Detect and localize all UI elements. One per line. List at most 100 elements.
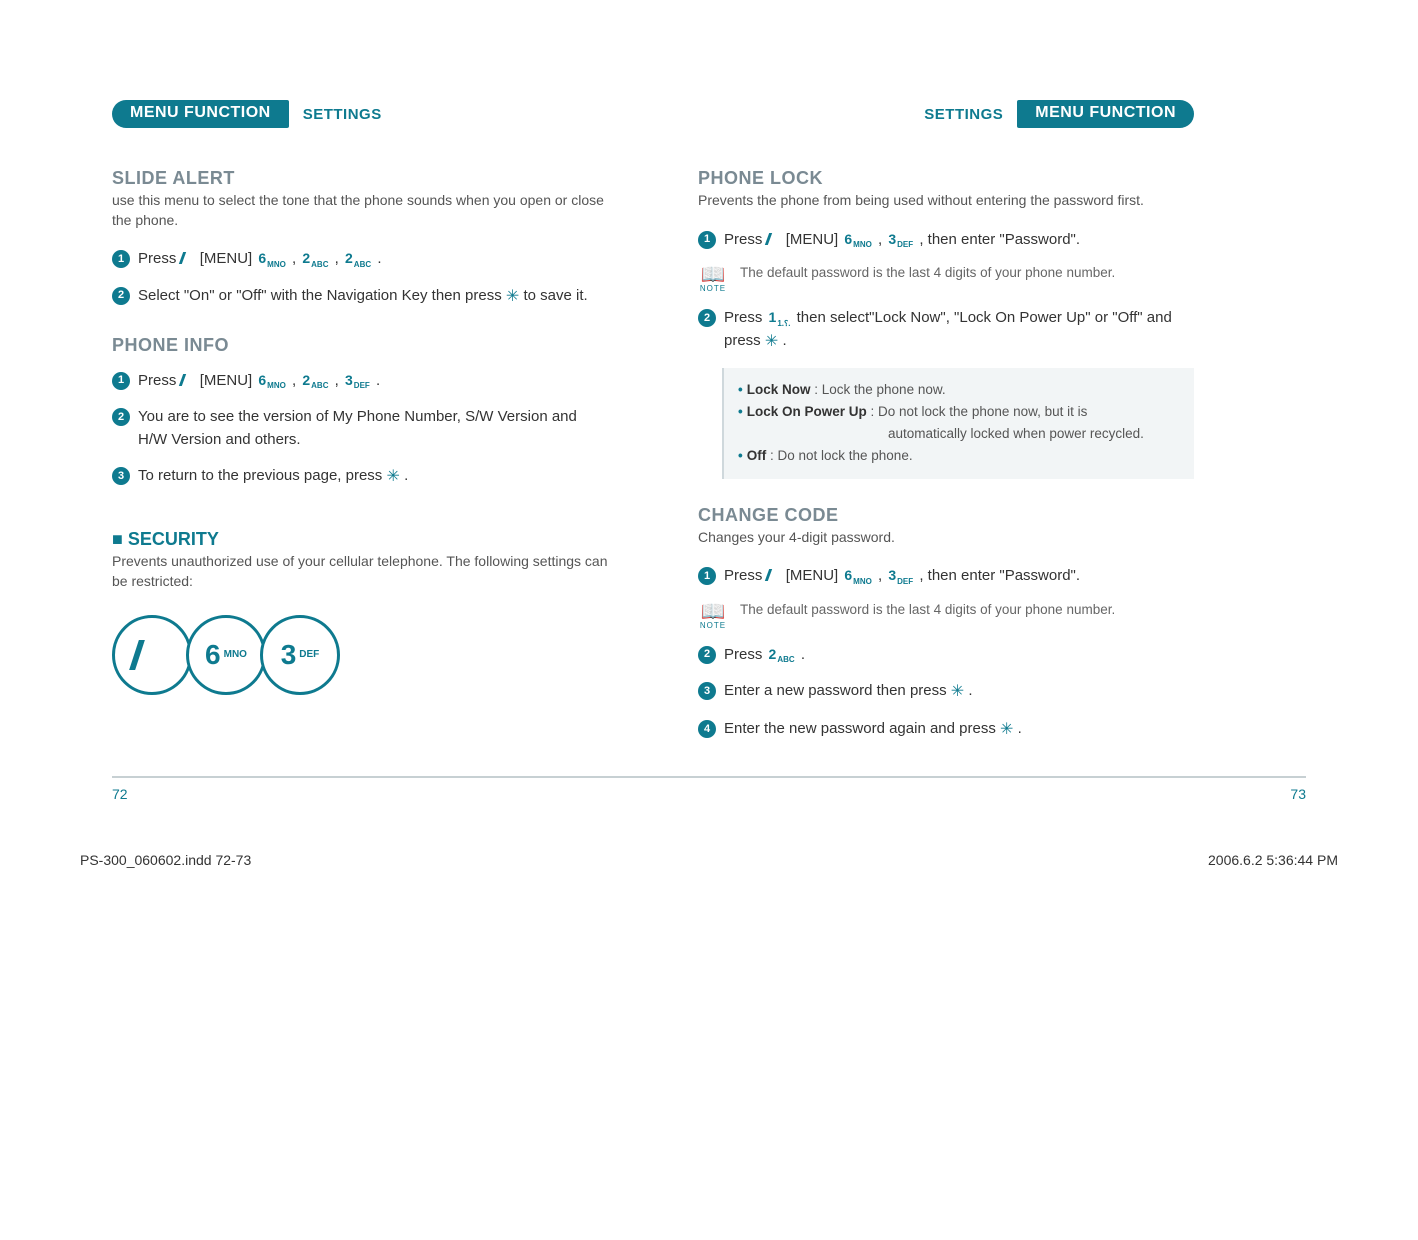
diagram-key-6: 6 MNO <box>186 615 266 695</box>
key-6: 6MNO <box>842 565 873 586</box>
step-badge-1: 1 <box>112 250 130 268</box>
breadcrumb-settings: SETTINGS <box>924 106 1003 123</box>
ok-burst-icon: ✳ <box>1000 721 1013 738</box>
text: , then enter "Password". <box>919 231 1080 248</box>
ok-burst-icon: ✳ <box>386 468 399 485</box>
text: Enter a new password then press <box>724 682 951 699</box>
phone-info-step2: 2 You are to see the version of My Phone… <box>112 406 608 451</box>
step-badge-4: 4 <box>698 720 716 738</box>
diagram-key-3: 3 DEF <box>260 615 340 695</box>
slash-key-icon <box>129 640 175 670</box>
page-number-left: 72 <box>112 786 128 802</box>
step-body: To return to the previous page, press ✳ … <box>138 465 608 489</box>
text: . <box>801 646 805 663</box>
text: Press <box>138 372 181 389</box>
breadcrumb-settings: SETTINGS <box>303 106 382 123</box>
ok-burst-icon: ✳ <box>506 288 519 305</box>
text: 3 <box>281 639 297 671</box>
print-metadata-bar: PS-300_060602.indd 72-73 2006.6.2 5:36:4… <box>0 852 1418 908</box>
key-2: 2ABC <box>767 644 797 665</box>
text: . <box>404 467 408 484</box>
phone-lock-step2: 2 Press 11.؟. then select"Lock Now", "Lo… <box>698 307 1194 354</box>
note-icon: 📖NOTE <box>698 602 728 630</box>
step-body: Press [MENU] 6MNO , 3DEF , then enter "P… <box>724 229 1194 252</box>
text: then select"Lock Now", "Lock On Power Up… <box>724 309 1172 349</box>
key-6: 6MNO <box>256 248 287 269</box>
phone-lock-step1: 1 Press [MENU] 6MNO , 3DEF , then enter … <box>698 229 1194 252</box>
key-6: 6MNO <box>256 370 287 391</box>
text: 6 <box>205 639 221 671</box>
change-code-step2: 2 Press 2ABC . <box>698 644 1194 667</box>
step-body: Select "On" or "Off" with the Navigation… <box>138 285 608 309</box>
page-number-right: 73 <box>1290 786 1306 802</box>
phone-info-step1: 1 Press [MENU] 6MNO , 2ABC , 3DEF . <box>112 370 608 393</box>
note-text: The default password is the last 4 digit… <box>740 265 1115 280</box>
step-badge-2: 2 <box>698 309 716 327</box>
change-code-step1: 1 Press [MENU] 6MNO , 3DEF , then enter … <box>698 565 1194 588</box>
text: , then enter "Password". <box>919 567 1080 584</box>
text: [MENU] <box>200 372 257 389</box>
page-spread: MENU FUNCTION SETTINGS SLIDE ALERT use t… <box>0 0 1418 776</box>
right-header: SETTINGS MENU FUNCTION <box>698 100 1194 128</box>
step-body: Press [MENU] 6MNO , 2ABC , 2ABC . <box>138 248 608 271</box>
phone-info-step3: 3 To return to the previous page, press … <box>112 465 608 489</box>
key-6: 6MNO <box>842 229 873 250</box>
slide-alert-step1: 1 Press [MENU] 6MNO , 2ABC , 2ABC . <box>112 248 608 271</box>
text: Enter the new password again and press <box>724 720 1000 737</box>
key-1: 11.؟. <box>767 307 793 328</box>
slide-alert-title: SLIDE ALERT <box>112 168 608 189</box>
text: , <box>292 372 300 389</box>
slide-alert-step2: 2 Select "On" or "Off" with the Navigati… <box>112 285 608 309</box>
note-text: The default password is the last 4 digit… <box>740 602 1115 617</box>
text: , <box>335 372 343 389</box>
step-badge-1: 1 <box>698 231 716 249</box>
change-code-title: CHANGE CODE <box>698 505 1194 526</box>
print-file: PS-300_060602.indd 72-73 <box>80 852 251 868</box>
text: [MENU] <box>786 231 843 248</box>
text: . <box>782 332 786 349</box>
note-icon: 📖NOTE <box>698 265 728 293</box>
step-badge-3: 3 <box>698 682 716 700</box>
slash-key-icon <box>178 252 197 264</box>
slash-key-icon <box>178 374 197 386</box>
key-2: 2ABC <box>300 248 330 269</box>
text: [MENU] <box>200 250 257 267</box>
step-badge-1: 1 <box>698 567 716 585</box>
text: , <box>292 250 300 267</box>
text: . <box>377 250 381 267</box>
key-2: 2ABC <box>343 248 373 269</box>
page-footer: 72 73 <box>112 776 1306 802</box>
key-3: 3DEF <box>886 565 915 586</box>
ok-burst-icon: ✳ <box>765 333 778 350</box>
text: Press <box>724 309 767 326</box>
text: To return to the previous page, press <box>138 467 386 484</box>
ok-burst-icon: ✳ <box>951 683 964 700</box>
text: , <box>878 231 886 248</box>
phone-lock-intro: Prevents the phone from being used witho… <box>698 191 1194 211</box>
step-body: Enter the new password again and press ✳… <box>724 718 1194 742</box>
text: [MENU] <box>786 567 843 584</box>
text: . <box>376 372 380 389</box>
opt-lock-now: •Lock Now : Lock the phone now. <box>738 380 1180 400</box>
step-body: Press [MENU] 6MNO , 2ABC , 3DEF . <box>138 370 608 393</box>
left-page: MENU FUNCTION SETTINGS SLIDE ALERT use t… <box>112 100 608 756</box>
change-code-intro: Changes your 4-digit password. <box>698 528 1194 548</box>
lock-options-box: •Lock Now : Lock the phone now. •Lock On… <box>722 368 1194 479</box>
step-badge-3: 3 <box>112 467 130 485</box>
left-header: MENU FUNCTION SETTINGS <box>112 100 608 128</box>
text: Press <box>724 231 767 248</box>
slide-alert-intro: use this menu to select the tone that th… <box>112 191 608 230</box>
step-badge-2: 2 <box>698 646 716 664</box>
step-body: Press 11.؟. then select"Lock Now", "Lock… <box>724 307 1194 354</box>
step-body: Press [MENU] 6MNO , 3DEF , then enter "P… <box>724 565 1194 588</box>
text: MNO <box>224 650 247 660</box>
key-2: 2ABC <box>300 370 330 391</box>
step-badge-1: 1 <box>112 372 130 390</box>
slash-key-icon <box>764 233 783 245</box>
change-code-note: 📖NOTE The default password is the last 4… <box>698 602 1194 630</box>
print-timestamp: 2006.6.2 5:36:44 PM <box>1208 852 1338 868</box>
right-page: SETTINGS MENU FUNCTION PHONE LOCK Preven… <box>698 100 1194 756</box>
diagram-slash-key <box>112 615 192 695</box>
menu-function-pill: MENU FUNCTION <box>112 100 289 128</box>
opt-lock-power-up-cont: automatically locked when power recycled… <box>738 424 1180 444</box>
